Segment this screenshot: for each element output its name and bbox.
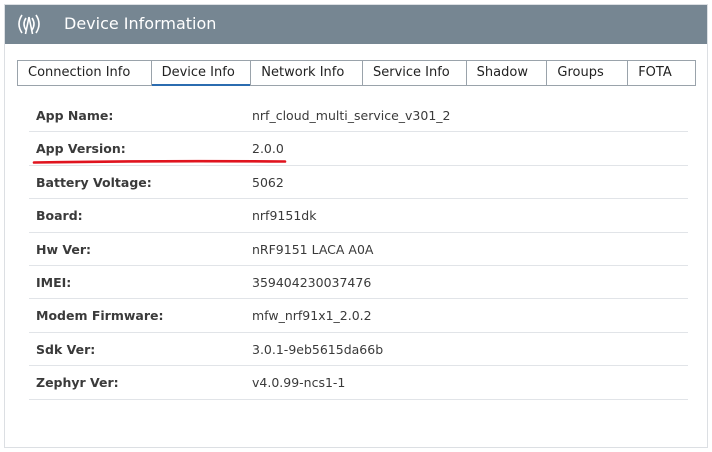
panel-header: Device Information [5, 5, 707, 44]
tab-network-info[interactable]: Network Info [251, 61, 363, 85]
table-row: Battery Voltage: 5062 [29, 166, 688, 200]
tab-connection-info[interactable]: Connection Info [18, 61, 152, 85]
row-key: Board: [36, 208, 83, 224]
signal-waves-icon [18, 14, 40, 35]
tab-service-info[interactable]: Service Info [363, 61, 467, 85]
table-row: IMEI: 359404230037476 [29, 266, 688, 300]
row-key: Hw Ver: [36, 241, 91, 257]
table-row: App Name: nrf_cloud_multi_service_v301_2 [29, 99, 688, 133]
table-row: Hw Ver: nRF9151 LACA A0A [29, 233, 688, 266]
red-highlight-underline [32, 160, 287, 165]
row-value: nRF9151 LACA A0A [252, 241, 374, 257]
row-value: 5062 [252, 174, 284, 190]
row-key: Sdk Ver: [36, 341, 96, 357]
row-key: Zephyr Ver: [36, 375, 119, 391]
tab-bar: Connection Info Device Info Network Info… [17, 60, 696, 86]
row-value: 3.0.1-9eb5615da66b [252, 341, 384, 357]
row-key: App Name: [36, 108, 114, 123]
row-value: mfw_nrf91x1_2.0.2 [252, 308, 372, 324]
table-row: Board: nrf9151dk [29, 199, 688, 233]
panel-title: Device Information [64, 14, 217, 33]
device-info-table: App Name: nrf_cloud_multi_service_v301_2… [29, 99, 688, 400]
row-key: Battery Voltage: [36, 174, 152, 190]
row-key: IMEI: [36, 274, 72, 290]
row-value: v4.0.99-ncs1-1 [252, 375, 346, 391]
device-information-panel: Device Information Connection Info Devic… [4, 4, 708, 448]
tab-shadow[interactable]: Shadow [467, 61, 548, 85]
table-row: Modem Firmware: mfw_nrf91x1_2.0.2 [29, 299, 688, 333]
row-key: Modem Firmware: [36, 308, 164, 324]
row-value: 359404230037476 [252, 274, 372, 290]
table-row: App Version: 2.0.0 [29, 132, 688, 166]
tab-groups[interactable]: Groups [547, 61, 629, 85]
tab-fota[interactable]: FOTA [628, 61, 695, 85]
tab-device-info[interactable]: Device Info [151, 61, 252, 86]
table-row: Sdk Ver: 3.0.1-9eb5615da66b [29, 333, 688, 367]
row-value: nrf9151dk [252, 208, 317, 224]
table-row: Zephyr Ver: v4.0.99-ncs1-1 [29, 366, 688, 400]
row-value: nrf_cloud_multi_service_v301_2 [252, 108, 451, 123]
